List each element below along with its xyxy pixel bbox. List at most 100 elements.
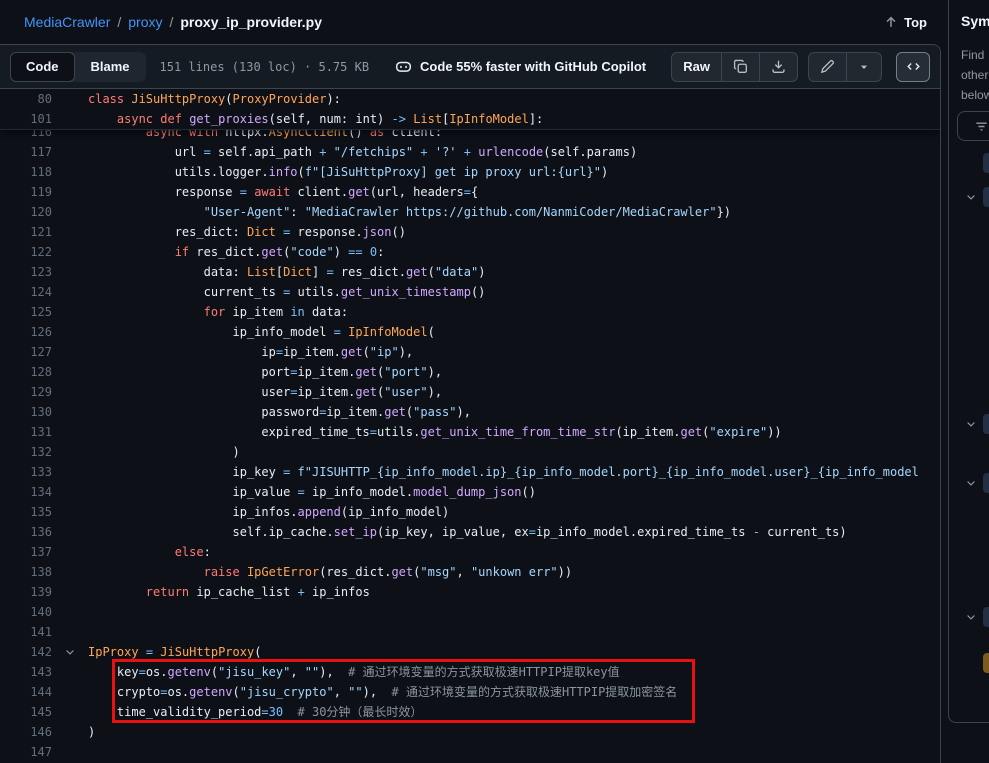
- line-number[interactable]: 132: [0, 442, 52, 462]
- chevron-down-icon[interactable]: [965, 611, 977, 623]
- gutter-spacer: [52, 742, 88, 762]
- symbol-label-chip[interactable]: [983, 607, 989, 627]
- line-number[interactable]: 117: [0, 142, 52, 162]
- symbols-filter-button[interactable]: [957, 111, 989, 141]
- line-number[interactable]: 133: [0, 462, 52, 482]
- symbol-label-chip[interactable]: [983, 153, 989, 173]
- symbol-row[interactable]: [949, 473, 989, 493]
- raw-button[interactable]: Raw: [672, 53, 721, 81]
- symbol-label-chip[interactable]: [983, 473, 989, 493]
- chevron-down-icon[interactable]: [965, 477, 977, 489]
- code-row: 129 user=ip_item.get("user"),: [0, 382, 940, 402]
- breadcrumb: MediaCrawler/proxy/proxy_ip_provider.py: [24, 14, 322, 30]
- breadcrumb-folder-link[interactable]: proxy: [128, 14, 162, 30]
- line-number[interactable]: 127: [0, 342, 52, 362]
- line-number[interactable]: 143: [0, 662, 52, 682]
- line-number[interactable]: 129: [0, 382, 52, 402]
- line-number[interactable]: 123: [0, 262, 52, 282]
- code-line-text: key=os.getenv("jisu_key", ""), # 通过环境变量的…: [88, 662, 620, 682]
- line-number[interactable]: 139: [0, 582, 52, 602]
- code-row: 117 url = self.api_path + "/fetchips" + …: [0, 142, 940, 162]
- line-number[interactable]: 125: [0, 302, 52, 322]
- gutter-spacer: [52, 522, 88, 542]
- triangle-down-icon: [858, 61, 870, 73]
- code-row: 128 port=ip_item.get("port"),: [0, 362, 940, 382]
- symbol-row[interactable]: [949, 187, 989, 207]
- line-number[interactable]: 137: [0, 542, 52, 562]
- gutter-spacer: [52, 342, 88, 362]
- line-number[interactable]: 138: [0, 562, 52, 582]
- symbol-row[interactable]: [949, 653, 989, 673]
- code-row: 121 res_dict: Dict = response.json(): [0, 222, 940, 242]
- symbol-label-chip[interactable]: [983, 414, 989, 434]
- copilot-icon: [395, 58, 412, 75]
- code-line-text: res_dict: Dict = response.json(): [88, 222, 406, 242]
- line-number[interactable]: 120: [0, 202, 52, 222]
- line-number[interactable]: 130: [0, 402, 52, 422]
- line-number[interactable]: 147: [0, 742, 52, 762]
- line-number[interactable]: 131: [0, 422, 52, 442]
- code-row: 130 password=ip_item.get("pass"),: [0, 402, 940, 422]
- copy-icon: [733, 59, 748, 74]
- line-number[interactable]: 116: [0, 130, 52, 142]
- code-row: 139 return ip_cache_list + ip_infos: [0, 582, 940, 602]
- line-number[interactable]: 118: [0, 162, 52, 182]
- gutter-spacer: [52, 422, 88, 442]
- symbol-row[interactable]: [949, 414, 989, 434]
- line-number[interactable]: 124: [0, 282, 52, 302]
- symbols-heading: Sym: [961, 13, 989, 29]
- code-row: 80 class JiSuHttpProxy(ProxyProvider):: [0, 89, 940, 109]
- line-number[interactable]: 144: [0, 682, 52, 702]
- gutter-spacer: [52, 242, 88, 262]
- tab-blame[interactable]: Blame: [75, 52, 146, 82]
- line-number[interactable]: 136: [0, 522, 52, 542]
- chevron-down-icon[interactable]: [965, 191, 977, 203]
- gutter-spacer: [52, 302, 88, 322]
- line-number[interactable]: 101: [0, 109, 52, 129]
- line-number[interactable]: 121: [0, 222, 52, 242]
- pencil-icon: [820, 59, 835, 74]
- gutter-spacer: [52, 202, 88, 222]
- filter-icon: [974, 119, 989, 134]
- line-number[interactable]: 119: [0, 182, 52, 202]
- line-number[interactable]: 128: [0, 362, 52, 382]
- line-number[interactable]: 145: [0, 702, 52, 722]
- chevron-down-icon[interactable]: [52, 642, 88, 662]
- code-view-toggle-button[interactable]: [896, 52, 930, 82]
- line-number[interactable]: 135: [0, 502, 52, 522]
- code-line-text: IpProxy = JiSuHttpProxy(: [88, 642, 261, 662]
- gutter-spacer: [52, 282, 88, 302]
- tab-code[interactable]: Code: [10, 52, 75, 82]
- back-to-top-link[interactable]: Top: [884, 15, 927, 30]
- symbol-label-chip[interactable]: [983, 653, 989, 673]
- copy-button[interactable]: [721, 53, 759, 81]
- clipped-code-row: 116 async with httpx.AsyncClient() as cl…: [0, 130, 940, 142]
- line-number[interactable]: 146: [0, 722, 52, 742]
- symbol-row[interactable]: [949, 607, 989, 627]
- line-number[interactable]: 126: [0, 322, 52, 342]
- gutter-spacer: [52, 130, 88, 142]
- breadcrumb-separator: /: [169, 14, 173, 30]
- line-number[interactable]: 80: [0, 89, 52, 109]
- code-line-text: for ip_item in data:: [88, 302, 348, 322]
- edit-button[interactable]: [809, 53, 846, 81]
- code-line-text: expired_time_ts=utils.get_unix_time_from…: [88, 422, 782, 442]
- gutter-spacer: [52, 682, 88, 702]
- copilot-banner[interactable]: Code 55% faster with GitHub Copilot: [395, 58, 646, 75]
- gutter-spacer: [52, 502, 88, 522]
- breadcrumb-repo-link[interactable]: MediaCrawler: [24, 14, 110, 30]
- symbol-label-chip[interactable]: [983, 187, 989, 207]
- line-number[interactable]: 122: [0, 242, 52, 262]
- code-line-text: class JiSuHttpProxy(ProxyProvider):: [88, 89, 341, 109]
- line-number[interactable]: 140: [0, 602, 52, 622]
- copilot-banner-label: Code 55% faster with GitHub Copilot: [420, 59, 646, 74]
- line-number[interactable]: 141: [0, 622, 52, 642]
- symbol-row[interactable]: [949, 153, 989, 173]
- chevron-down-icon[interactable]: [965, 418, 977, 430]
- gutter-spacer: [52, 482, 88, 502]
- line-number[interactable]: 142: [0, 642, 52, 662]
- code-row: 134 ip_value = ip_info_model.model_dump_…: [0, 482, 940, 502]
- line-number[interactable]: 134: [0, 482, 52, 502]
- edit-dropdown-button[interactable]: [846, 53, 881, 81]
- download-button[interactable]: [759, 53, 797, 81]
